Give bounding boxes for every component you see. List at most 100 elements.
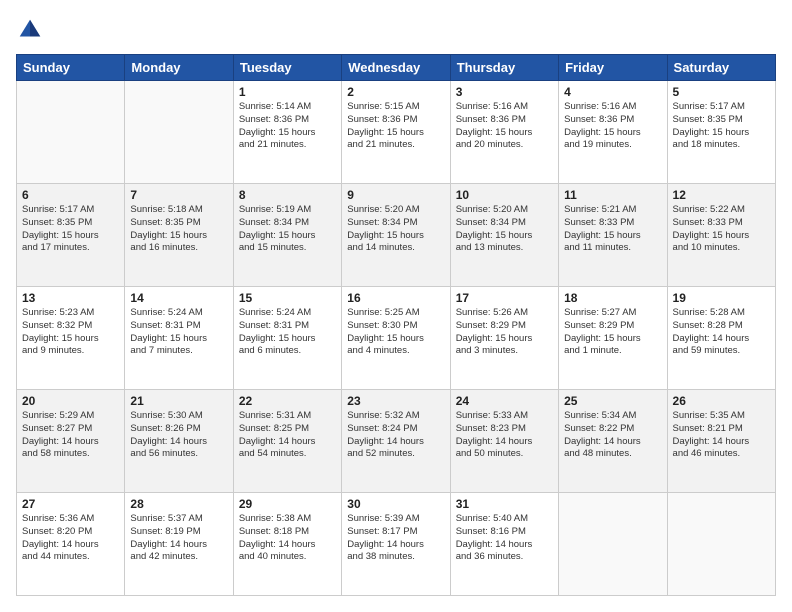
- calendar-day-header: Wednesday: [342, 55, 450, 81]
- day-number: 14: [130, 291, 227, 305]
- calendar-day-cell: 15Sunrise: 5:24 AM Sunset: 8:31 PM Dayli…: [233, 287, 341, 390]
- day-number: 1: [239, 85, 336, 99]
- day-number: 12: [673, 188, 770, 202]
- calendar-day-cell: [667, 493, 775, 596]
- day-content: Sunrise: 5:33 AM Sunset: 8:23 PM Dayligh…: [456, 410, 553, 461]
- calendar-day-cell: 9 Sunrise: 5:20 AM Sunset: 8:34 PM Daylig…: [342, 184, 450, 287]
- day-content: Sunrise: 5:16 AM Sunset: 8:36 PM Dayligh…: [456, 101, 553, 152]
- day-number: 4: [564, 85, 661, 99]
- calendar-day-cell: [559, 493, 667, 596]
- calendar-day-header: Saturday: [667, 55, 775, 81]
- day-number: 26: [673, 394, 770, 408]
- day-content: Sunrise: 5:16 AM Sunset: 8:36 PM Dayligh…: [564, 101, 661, 152]
- day-number: 30: [347, 497, 444, 511]
- day-content: Sunrise: 5:25 AM Sunset: 8:30 PM Dayligh…: [347, 307, 444, 358]
- day-content: Sunrise: 5:17 AM Sunset: 8:35 PM Dayligh…: [673, 101, 770, 152]
- calendar-week-row: 20Sunrise: 5:29 AM Sunset: 8:27 PM Dayli…: [17, 390, 776, 493]
- calendar-day-cell: 3Sunrise: 5:16 AM Sunset: 8:36 PM Daylig…: [450, 81, 558, 184]
- calendar-week-row: 6Sunrise: 5:17 AM Sunset: 8:35 PM Daylig…: [17, 184, 776, 287]
- calendar-day-cell: 8 Sunrise: 5:19 AM Sunset: 8:34 PM Daylig…: [233, 184, 341, 287]
- calendar-day-cell: 4 Sunrise: 5:16 AM Sunset: 8:36 PM Daylig…: [559, 81, 667, 184]
- day-number: 8: [239, 188, 336, 202]
- header: [16, 16, 776, 44]
- day-number: 21: [130, 394, 227, 408]
- day-number: 24: [456, 394, 553, 408]
- calendar-day-cell: 30 Sunrise: 5:39 AM Sunset: 8:17 PM Dayli…: [342, 493, 450, 596]
- day-content: Sunrise: 5:32 AM Sunset: 8:24 PM Dayligh…: [347, 410, 444, 461]
- calendar-day-cell: [125, 81, 233, 184]
- calendar-day-cell: 26 Sunrise: 5:35 AM Sunset: 8:21 PM Dayli…: [667, 390, 775, 493]
- calendar-week-row: 1 Sunrise: 5:14 AM Sunset: 8:36 PM Daylig…: [17, 81, 776, 184]
- day-content: Sunrise: 5:20 AM Sunset: 8:34 PM Dayligh…: [456, 204, 553, 255]
- calendar-day-cell: 14 Sunrise: 5:24 AM Sunset: 8:31 PM Dayli…: [125, 287, 233, 390]
- calendar-day-cell: 10 Sunrise: 5:20 AM Sunset: 8:34 PM Dayli…: [450, 184, 558, 287]
- day-content: Sunrise: 5:20 AM Sunset: 8:34 PM Dayligh…: [347, 204, 444, 255]
- day-number: 13: [22, 291, 119, 305]
- day-content: Sunrise: 5:30 AM Sunset: 8:26 PM Dayligh…: [130, 410, 227, 461]
- day-content: Sunrise: 5:38 AM Sunset: 8:18 PM Dayligh…: [239, 513, 336, 564]
- day-number: 5: [673, 85, 770, 99]
- day-number: 6: [22, 188, 119, 202]
- calendar-day-cell: [17, 81, 125, 184]
- day-number: 31: [456, 497, 553, 511]
- calendar-day-cell: 21 Sunrise: 5:30 AM Sunset: 8:26 PM Dayli…: [125, 390, 233, 493]
- day-content: Sunrise: 5:39 AM Sunset: 8:17 PM Dayligh…: [347, 513, 444, 564]
- day-number: 10: [456, 188, 553, 202]
- day-content: Sunrise: 5:15 AM Sunset: 8:36 PM Dayligh…: [347, 101, 444, 152]
- day-number: 25: [564, 394, 661, 408]
- page: SundayMondayTuesdayWednesdayThursdayFrid…: [0, 0, 792, 612]
- day-number: 17: [456, 291, 553, 305]
- day-content: Sunrise: 5:34 AM Sunset: 8:22 PM Dayligh…: [564, 410, 661, 461]
- day-content: Sunrise: 5:35 AM Sunset: 8:21 PM Dayligh…: [673, 410, 770, 461]
- calendar-day-cell: 29 Sunrise: 5:38 AM Sunset: 8:18 PM Dayli…: [233, 493, 341, 596]
- day-number: 19: [673, 291, 770, 305]
- day-number: 29: [239, 497, 336, 511]
- calendar-day-cell: 7Sunrise: 5:18 AM Sunset: 8:35 PM Daylig…: [125, 184, 233, 287]
- calendar-day-header: Monday: [125, 55, 233, 81]
- calendar-day-cell: 31 Sunrise: 5:40 AM Sunset: 8:16 PM Dayli…: [450, 493, 558, 596]
- calendar-day-cell: 20Sunrise: 5:29 AM Sunset: 8:27 PM Dayli…: [17, 390, 125, 493]
- day-number: 22: [239, 394, 336, 408]
- calendar-week-row: 13 Sunrise: 5:23 AM Sunset: 8:32 PM Dayli…: [17, 287, 776, 390]
- calendar-day-header: Thursday: [450, 55, 558, 81]
- day-content: Sunrise: 5:29 AM Sunset: 8:27 PM Dayligh…: [22, 410, 119, 461]
- calendar-day-cell: 1 Sunrise: 5:14 AM Sunset: 8:36 PM Daylig…: [233, 81, 341, 184]
- day-content: Sunrise: 5:36 AM Sunset: 8:20 PM Dayligh…: [22, 513, 119, 564]
- day-content: Sunrise: 5:28 AM Sunset: 8:28 PM Dayligh…: [673, 307, 770, 358]
- day-content: Sunrise: 5:37 AM Sunset: 8:19 PM Dayligh…: [130, 513, 227, 564]
- day-number: 11: [564, 188, 661, 202]
- day-number: 9: [347, 188, 444, 202]
- calendar-day-cell: 11Sunrise: 5:21 AM Sunset: 8:33 PM Dayli…: [559, 184, 667, 287]
- day-content: Sunrise: 5:26 AM Sunset: 8:29 PM Dayligh…: [456, 307, 553, 358]
- day-content: Sunrise: 5:24 AM Sunset: 8:31 PM Dayligh…: [130, 307, 227, 358]
- calendar-week-row: 27 Sunrise: 5:36 AM Sunset: 8:20 PM Dayli…: [17, 493, 776, 596]
- calendar-day-cell: 28 Sunrise: 5:37 AM Sunset: 8:19 PM Dayli…: [125, 493, 233, 596]
- day-content: Sunrise: 5:24 AM Sunset: 8:31 PM Dayligh…: [239, 307, 336, 358]
- logo: [16, 16, 48, 44]
- day-number: 27: [22, 497, 119, 511]
- day-content: Sunrise: 5:22 AM Sunset: 8:33 PM Dayligh…: [673, 204, 770, 255]
- calendar-day-cell: 12 Sunrise: 5:22 AM Sunset: 8:33 PM Dayli…: [667, 184, 775, 287]
- calendar-day-cell: 22 Sunrise: 5:31 AM Sunset: 8:25 PM Dayli…: [233, 390, 341, 493]
- day-number: 23: [347, 394, 444, 408]
- calendar-day-cell: 23 Sunrise: 5:32 AM Sunset: 8:24 PM Dayli…: [342, 390, 450, 493]
- day-content: Sunrise: 5:19 AM Sunset: 8:34 PM Dayligh…: [239, 204, 336, 255]
- calendar-day-header: Sunday: [17, 55, 125, 81]
- calendar-day-cell: 24 Sunrise: 5:33 AM Sunset: 8:23 PM Dayli…: [450, 390, 558, 493]
- calendar-day-cell: 19 Sunrise: 5:28 AM Sunset: 8:28 PM Dayli…: [667, 287, 775, 390]
- calendar-day-cell: 25 Sunrise: 5:34 AM Sunset: 8:22 PM Dayli…: [559, 390, 667, 493]
- day-number: 16: [347, 291, 444, 305]
- calendar-day-cell: 6Sunrise: 5:17 AM Sunset: 8:35 PM Daylig…: [17, 184, 125, 287]
- day-number: 28: [130, 497, 227, 511]
- day-number: 18: [564, 291, 661, 305]
- calendar-day-header: Friday: [559, 55, 667, 81]
- day-content: Sunrise: 5:31 AM Sunset: 8:25 PM Dayligh…: [239, 410, 336, 461]
- calendar-day-cell: 2Sunrise: 5:15 AM Sunset: 8:36 PM Daylig…: [342, 81, 450, 184]
- calendar-day-cell: 17 Sunrise: 5:26 AM Sunset: 8:29 PM Dayli…: [450, 287, 558, 390]
- day-content: Sunrise: 5:18 AM Sunset: 8:35 PM Dayligh…: [130, 204, 227, 255]
- day-content: Sunrise: 5:40 AM Sunset: 8:16 PM Dayligh…: [456, 513, 553, 564]
- calendar-day-cell: 27 Sunrise: 5:36 AM Sunset: 8:20 PM Dayli…: [17, 493, 125, 596]
- calendar-day-cell: 5 Sunrise: 5:17 AM Sunset: 8:35 PM Daylig…: [667, 81, 775, 184]
- day-content: Sunrise: 5:23 AM Sunset: 8:32 PM Dayligh…: [22, 307, 119, 358]
- day-content: Sunrise: 5:14 AM Sunset: 8:36 PM Dayligh…: [239, 101, 336, 152]
